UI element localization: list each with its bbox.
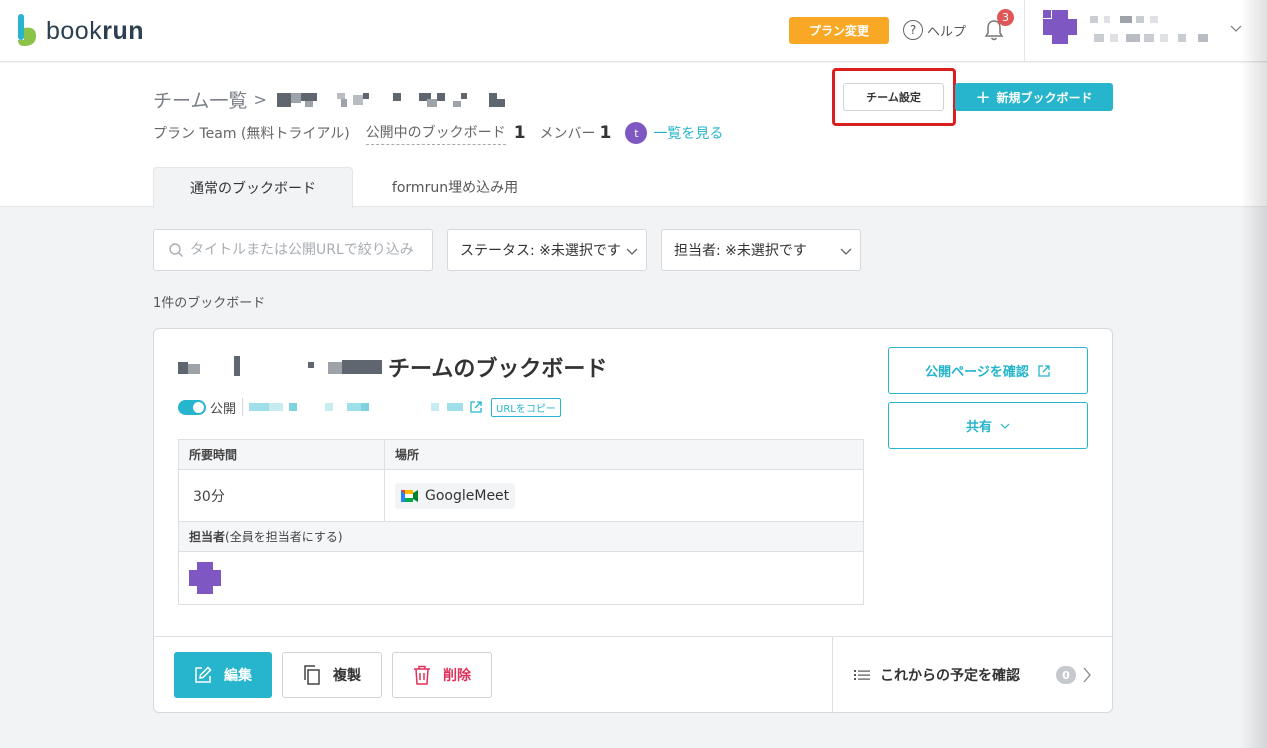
public-status-row: 公開 URLをコピー (178, 397, 561, 417)
bookrun-logo[interactable]: bookrun (16, 14, 144, 48)
confirm-public-page-button[interactable]: 公開ページを確認 (888, 347, 1088, 394)
delete-button[interactable]: 削除 (392, 652, 492, 698)
footer-divider (832, 637, 833, 713)
external-link-icon (1038, 364, 1050, 377)
team-name-pixelated (276, 92, 505, 107)
upcoming-label: これからの予定を確認 (880, 668, 1020, 684)
search-box[interactable] (153, 229, 433, 271)
duplicate-label: 複製 (333, 668, 361, 684)
public-toggle[interactable] (178, 399, 206, 415)
location-value: GoogleMeet (425, 487, 510, 504)
user-name-pixelated (1090, 16, 1208, 42)
public-url-pixelated[interactable] (249, 402, 469, 412)
plan-label: プラン Team (無料トライアル) (153, 126, 350, 142)
chevron-down-icon (626, 248, 638, 255)
chevron-right-icon: > (253, 90, 267, 109)
highlight-box (832, 68, 956, 126)
breadcrumb-team-list[interactable]: チーム一覧 (153, 86, 247, 113)
breadcrumb: チーム一覧 > (153, 86, 512, 113)
team-meta: プラン Team (無料トライアル) 公開中のブックボード 1 メンバー 1 t… (153, 120, 723, 146)
status-select[interactable]: ステータス: ※未選択です (447, 229, 647, 271)
edit-icon (195, 666, 212, 683)
copy-url-button[interactable]: URLをコピー (491, 397, 561, 417)
assignee-select[interactable]: 担当者: ※未選択です (661, 229, 861, 271)
duration-header: 所要時間 (179, 440, 385, 469)
list-icon (854, 670, 870, 680)
assignee-row (179, 552, 863, 604)
help-icon: ? (903, 20, 923, 40)
assignee-header: 担当者 (全員を担当者にする) (179, 522, 863, 551)
status-select-value: ステータス: ※未選択です (460, 243, 621, 259)
card-footer: 編集 複製 削除 これからの予定を確認 0 (154, 636, 1112, 713)
app-header: bookrun プラン変更 ? ヘルプ 3 (0, 0, 1267, 62)
chevron-down-icon (1000, 423, 1010, 429)
bookrun-logo-icon (18, 14, 36, 46)
external-link-icon[interactable] (469, 400, 483, 414)
location-cell: GoogleMeet (385, 470, 863, 521)
board-title: チームのブックボード (178, 351, 607, 383)
share-label: 共有 (965, 420, 992, 435)
edit-button[interactable]: 編集 (174, 652, 272, 698)
board-title-text: チームのブックボード (388, 357, 608, 382)
table-row: 30分 GoogleMeet (179, 470, 863, 522)
view-members-link[interactable]: 一覧を見る (653, 123, 723, 143)
divider (242, 398, 244, 416)
board-title-pixelated (178, 356, 382, 376)
edit-label: 編集 (224, 668, 252, 684)
search-input[interactable] (190, 242, 430, 258)
location-chip: GoogleMeet (395, 482, 516, 509)
help-label: ヘルプ (927, 24, 967, 40)
header-divider (1024, 0, 1025, 62)
board-count-label: 1件のブックボード (153, 296, 266, 311)
confirm-public-page-label: 公開ページを確認 (925, 365, 1029, 380)
assignee-select-value: 担当者: ※未選択です (674, 243, 807, 259)
assignee-header-row: 担当者 (全員を担当者にする) (179, 522, 863, 552)
new-board-button[interactable]: + 新規ブックボード (955, 83, 1113, 111)
location-header: 場所 (385, 440, 863, 469)
copy-icon (304, 665, 320, 685)
duplicate-button[interactable]: 複製 (282, 652, 382, 698)
chevron-right-icon (1083, 667, 1091, 683)
trash-icon (414, 665, 430, 685)
logo-text: bookrun (46, 16, 144, 45)
board-card: チームのブックボード 公開 URLをコピー 所要時間 場所 30分 Google… (153, 328, 1113, 713)
public-boards-label: 公開中のブックボード (365, 122, 506, 145)
plan-change-button[interactable]: プラン変更 (789, 17, 889, 44)
public-boards-count: 1 (513, 123, 526, 143)
assignee-avatar (189, 562, 221, 594)
table-header-row: 所要時間 場所 (179, 440, 863, 470)
delete-label: 削除 (443, 668, 471, 684)
new-board-label: 新規ブックボード (996, 90, 1093, 105)
plus-icon: + (975, 86, 991, 108)
members-label: メンバー (539, 126, 596, 142)
upcoming-count-badge: 0 (1056, 666, 1076, 684)
public-label: 公開 (210, 401, 237, 417)
user-avatar[interactable] (1043, 10, 1077, 44)
chevron-down-icon (840, 248, 852, 255)
members-count: 1 (599, 123, 612, 143)
board-info-table: 所要時間 場所 30分 GoogleMeet 担当者 (全員を担当者にする) (178, 439, 864, 605)
google-meet-icon (401, 489, 418, 502)
duration-value: 30分 (179, 470, 385, 521)
search-icon (169, 243, 183, 257)
help-link[interactable]: ? ヘルプ (903, 18, 966, 42)
scroll-shadow (1240, 0, 1267, 748)
notification-badge: 3 (997, 9, 1014, 26)
member-avatar: t (625, 122, 648, 144)
tab-normal-boards[interactable]: 通常のブックボード (153, 167, 353, 208)
tab-formrun-embed[interactable]: formrun埋め込み用 (355, 167, 555, 207)
upcoming-schedule-link[interactable]: これからの予定を確認 0 (854, 637, 1094, 713)
share-button[interactable]: 共有 (888, 402, 1088, 449)
assignee-cell (179, 552, 221, 604)
